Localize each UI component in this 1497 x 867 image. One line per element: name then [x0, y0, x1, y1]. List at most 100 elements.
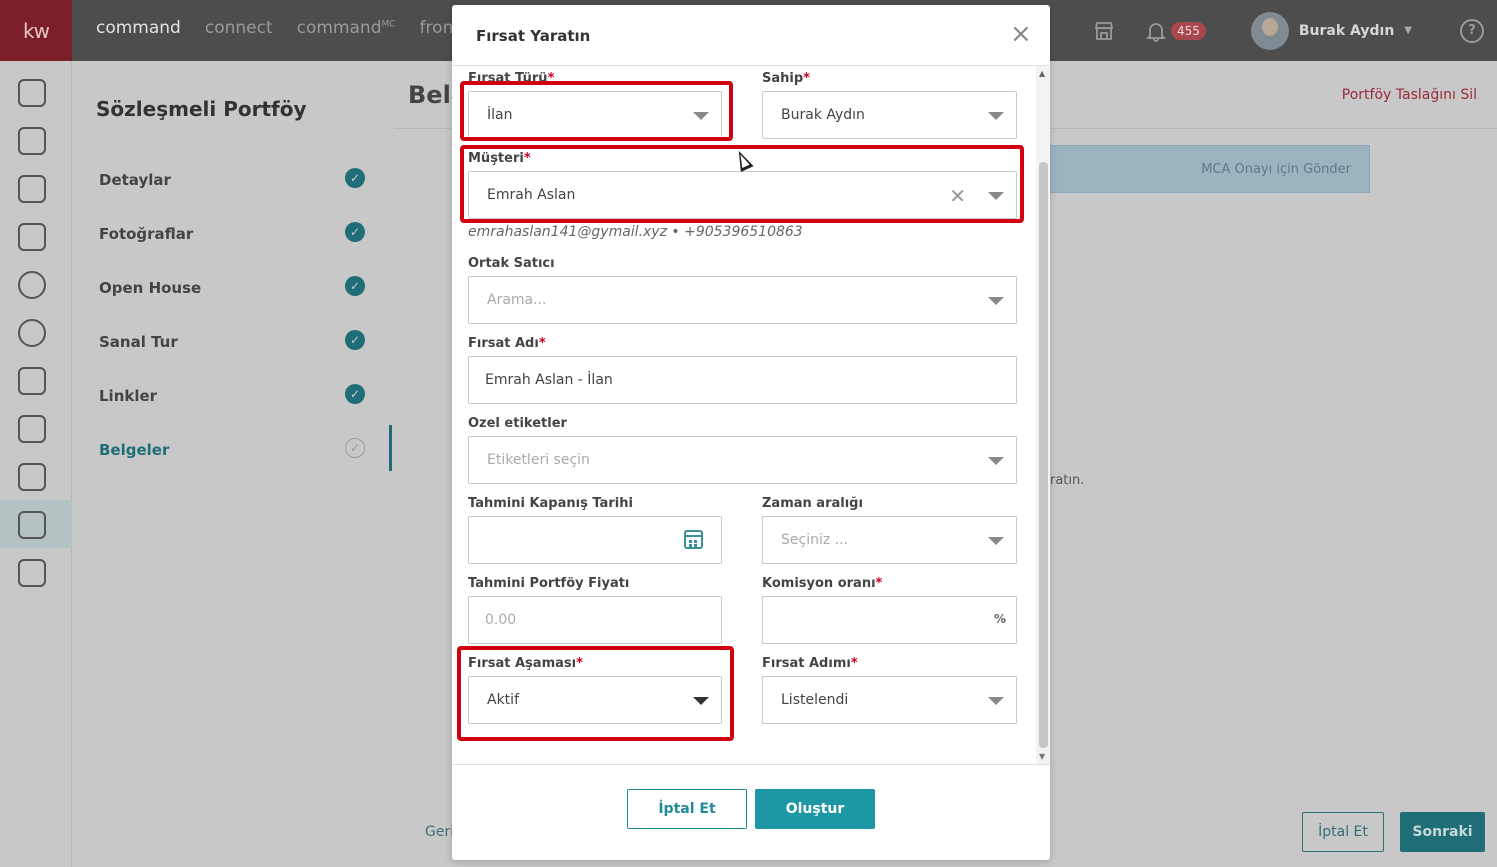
check-icon: ✓ [345, 330, 365, 350]
chevron-down-icon [988, 457, 1004, 465]
nav-front[interactable]: fron [420, 18, 454, 38]
megaphone-icon[interactable] [18, 367, 46, 395]
nav-item-label: Linkler [99, 387, 158, 405]
nav-command-mc-label: command [296, 18, 382, 38]
label-firsat-adi: Fırsat Adı* [468, 336, 546, 351]
modal-cancel-button[interactable]: İptal Et [627, 789, 747, 829]
nav-item-label: Sanal Tur [99, 333, 178, 351]
chart-icon[interactable] [18, 415, 46, 443]
chevron-down-icon [988, 297, 1004, 305]
nav-item-open-house[interactable]: Open House ✓ [99, 276, 369, 297]
check-icon: ✓ [345, 276, 365, 296]
scroll-down-icon[interactable]: ▼ [1039, 752, 1045, 761]
home-icon[interactable] [18, 79, 46, 107]
forms-icon[interactable] [18, 223, 46, 251]
notification-badge[interactable]: 455 [1170, 21, 1206, 40]
create-button[interactable]: Oluştur [755, 789, 875, 829]
next-button[interactable]: Sonraki [1400, 812, 1485, 852]
scroll-thumb[interactable] [1039, 162, 1048, 748]
zaman-araligi-select[interactable]: Seçiniz ... [762, 516, 1017, 564]
avatar [1250, 11, 1289, 50]
label-zaman-araligi: Zaman aralığı [762, 496, 863, 511]
back-link[interactable]: Geri [425, 824, 454, 840]
help-icon[interactable]: ? [1460, 18, 1484, 43]
scroll-up-icon[interactable]: ▲ [1039, 69, 1045, 78]
input-placeholder: 0.00 [485, 612, 517, 628]
select-value: Burak Aydın [781, 107, 865, 123]
required-mark: * [803, 71, 810, 86]
check-icon: ✓ [345, 168, 365, 188]
percent-suffix: % [993, 612, 1006, 626]
modal-title: Fırsat Yaratın [476, 27, 591, 45]
nav-item-linkler[interactable]: Linkler ✓ [99, 384, 369, 405]
highlight-firsat-asamasi [457, 646, 734, 741]
icon-rail [0, 61, 72, 867]
active-indicator [389, 425, 392, 471]
nav-item-belgeler[interactable]: Belgeler ✓ [99, 438, 369, 459]
select-value: Listelendi [781, 692, 849, 708]
tahmini-kapanis-date-input[interactable] [468, 516, 722, 564]
label-sahip: Sahip* [762, 71, 810, 86]
chevron-down-icon [988, 112, 1004, 120]
komisyon-input[interactable]: % [762, 596, 1017, 644]
nav-item-label: Open House [99, 279, 202, 297]
firsat-adi-input[interactable]: Emrah Aslan - İlan [468, 356, 1017, 404]
tahmini-fiyat-input[interactable]: 0.00 [468, 596, 722, 644]
page-cancel-button[interactable]: İptal Et [1302, 812, 1384, 852]
nav-command[interactable]: command [96, 18, 181, 38]
background-text: ratın. [1050, 473, 1085, 488]
nav-item-detaylar[interactable]: Detaylar ✓ [99, 168, 369, 189]
user-menu[interactable]: Burak Aydın ▼ [1250, 11, 1412, 50]
label-tahmini-kapanis: Tahmini Kapanış Tarihi [468, 496, 633, 511]
handshake-icon[interactable] [18, 319, 46, 347]
nav-command-mc-sup: MC [381, 19, 396, 30]
required-mark: * [875, 576, 883, 591]
nav-command-mc[interactable]: commandMC [297, 18, 396, 38]
select-placeholder: Seçiniz ... [781, 532, 848, 548]
firsat-adimi-select[interactable]: Listelendi [762, 676, 1017, 724]
user-name: Burak Aydın [1298, 22, 1395, 39]
label-ortak-satici: Ortak Satıcı [468, 256, 555, 271]
nav-item-label: Detaylar [99, 171, 171, 189]
customer-contact-info: emrahaslan141@gymail.xyz • +905396510863 [468, 224, 803, 240]
highlight-firsat-turu [460, 81, 733, 141]
contacts-icon[interactable] [18, 127, 46, 155]
modal-header: Fırsat Yaratın × [452, 5, 1050, 66]
label-ozel-etiketler: Ozel etiketler [468, 416, 567, 431]
select-placeholder: Arama... [487, 292, 547, 308]
nav-item-label: Fotoğraflar [99, 225, 194, 243]
gallery-icon[interactable] [18, 559, 46, 587]
check-icon: ✓ [345, 384, 365, 404]
calendar-icon[interactable] [684, 530, 703, 549]
label-komisyon: Komisyon oranı* [762, 576, 882, 591]
top-right-controls: 455 Burak Aydın ▼ ? [1093, 0, 1497, 61]
kw-logo[interactable]: kw [0, 0, 72, 61]
listing-icon[interactable] [18, 511, 46, 539]
top-nav: command connect commandMC fron [96, 18, 453, 38]
edit-icon[interactable] [18, 463, 46, 491]
modal-scrollbar[interactable]: ▲ ▼ [1036, 66, 1050, 764]
check-icon: ✓ [345, 222, 365, 242]
required-mark: * [538, 336, 546, 351]
nav-item-label: Belgeler [99, 441, 170, 459]
ozel-etiketler-select[interactable]: Etiketleri seçin [468, 436, 1017, 484]
nav-item-sanal-tur[interactable]: Sanal Tur ✓ [99, 330, 369, 351]
nav-connect[interactable]: connect [205, 18, 273, 38]
label-tahmini-fiyat: Tahmini Portföy Fiyatı [468, 576, 630, 591]
section-title: Sözleşmeli Portföy [96, 97, 307, 121]
section-nav: Sözleşmeli Portföy Detaylar ✓ Fotoğrafla… [73, 61, 393, 867]
sahip-select[interactable]: Burak Aydın [762, 91, 1017, 139]
tasks-icon[interactable] [18, 175, 46, 203]
nav-item-fotograflar[interactable]: Fotoğraflar ✓ [99, 222, 369, 243]
close-icon[interactable]: × [1010, 21, 1032, 47]
required-mark: * [850, 656, 858, 671]
delete-draft-link[interactable]: Portföy Taslağını Sil [1342, 87, 1477, 103]
check-outline-icon: ✓ [345, 438, 365, 458]
label-firsat-adimi: Fırsat Adımı* [762, 656, 858, 671]
store-icon[interactable] [1093, 20, 1115, 42]
bell-icon[interactable] [1145, 20, 1167, 42]
label-text: Fırsat Adı [468, 336, 539, 351]
person-icon[interactable] [18, 271, 46, 299]
select-placeholder: Etiketleri seçin [487, 452, 590, 468]
ortak-satici-select[interactable]: Arama... [468, 276, 1017, 324]
